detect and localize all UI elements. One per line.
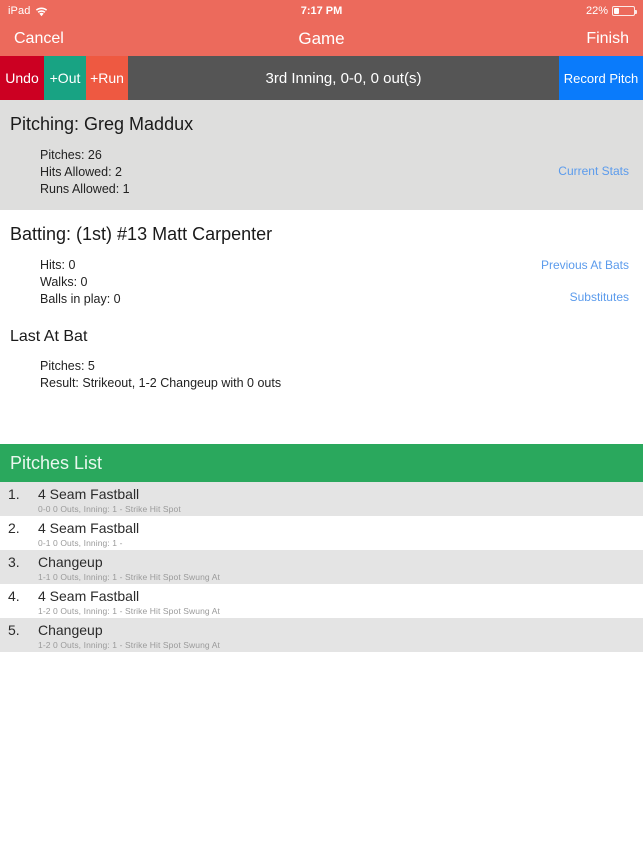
pitch-row-main: 5. Changeup bbox=[8, 621, 643, 639]
pitch-detail: 1-2 0 Outs, Inning: 1 - Strike Hit Spot … bbox=[38, 606, 220, 616]
substitutes-link[interactable]: Substitutes bbox=[570, 290, 629, 304]
current-stats-link[interactable]: Current Stats bbox=[558, 164, 629, 178]
pitch-list-item[interactable]: 1. 4 Seam Fastball 0-0 0 Outs, Inning: 1… bbox=[0, 482, 643, 516]
pitch-index: 4. bbox=[8, 588, 20, 604]
pitches-list-header: Pitches List bbox=[0, 444, 643, 482]
pitch-name: Changeup bbox=[38, 622, 103, 638]
pitching-section: Pitching: Greg Maddux Pitches: 26 Hits A… bbox=[0, 100, 643, 210]
app-screen: iPad 7:17 PM 22% Cancel Game Finish Undo… bbox=[0, 0, 643, 857]
record-pitch-button[interactable]: Record Pitch bbox=[559, 56, 643, 100]
pitch-detail: 0-1 0 Outs, Inning: 1 - bbox=[38, 538, 123, 548]
status-bar-right: 22% bbox=[585, 5, 637, 17]
pitch-name: 4 Seam Fastball bbox=[38, 520, 140, 536]
pitch-detail: 1-1 0 Outs, Inning: 1 - Strike Hit Spot … bbox=[38, 572, 220, 582]
undo-button[interactable]: Undo bbox=[0, 56, 44, 100]
pitch-list-item[interactable]: 2. 4 Seam Fastball 0-1 0 Outs, Inning: 1… bbox=[0, 516, 643, 550]
action-toolbar: Undo +Out +Run 3rd Inning, 0-0, 0 out(s)… bbox=[0, 56, 643, 100]
pitch-row-main: 2. 4 Seam Fastball bbox=[8, 519, 643, 537]
pitch-row-main: 3. Changeup bbox=[8, 553, 643, 571]
pitch-list-item[interactable]: 5. Changeup 1-2 0 Outs, Inning: 1 - Stri… bbox=[0, 618, 643, 652]
pitching-stat-runs-allowed: Runs Allowed: 1 bbox=[40, 182, 130, 196]
content-gap bbox=[0, 404, 643, 444]
add-run-button[interactable]: +Run bbox=[86, 56, 128, 100]
last-at-bat-stats: Pitches: 5 Result: Strikeout, 1-2 Change… bbox=[40, 358, 633, 392]
pitch-index: 1. bbox=[8, 486, 20, 502]
pitch-index: 2. bbox=[8, 520, 20, 536]
add-out-button[interactable]: +Out bbox=[44, 56, 86, 100]
pitch-detail: 0-0 0 Outs, Inning: 1 - Strike Hit Spot bbox=[38, 504, 181, 514]
last-at-bat-pitches: Pitches: 5 bbox=[40, 359, 95, 373]
battery-percent-label: 22% bbox=[585, 5, 608, 17]
device-name-label: iPad bbox=[8, 5, 31, 17]
last-at-bat-result: Result: Strikeout, 1-2 Changeup with 0 o… bbox=[40, 376, 282, 390]
pitching-stat-hits-allowed: Hits Allowed: 2 bbox=[40, 165, 122, 179]
battery-icon bbox=[612, 6, 637, 16]
pitch-name: Changeup bbox=[38, 554, 103, 570]
pitch-index: 5. bbox=[8, 622, 20, 638]
batting-title: Batting: (1st) #13 Matt Carpenter bbox=[10, 224, 273, 244]
batting-section: Batting: (1st) #13 Matt Carpenter Hits: … bbox=[0, 210, 643, 404]
navigation-bar: Cancel Game Finish bbox=[0, 22, 643, 56]
batting-stat-balls-in-play: Balls in play: 0 bbox=[40, 292, 121, 306]
status-bar-time: 7:17 PM bbox=[300, 5, 343, 17]
finish-button[interactable]: Finish bbox=[586, 30, 629, 48]
pitch-row-main: 4. 4 Seam Fastball bbox=[8, 587, 643, 605]
pitch-list-item[interactable]: 3. Changeup 1-1 0 Outs, Inning: 1 - Stri… bbox=[0, 550, 643, 584]
pitching-stats: Pitches: 26 Hits Allowed: 2 Runs Allowed… bbox=[40, 147, 633, 198]
pitch-list-item[interactable]: 4. 4 Seam Fastball 1-2 0 Outs, Inning: 1… bbox=[0, 584, 643, 618]
battery-fill bbox=[614, 8, 619, 14]
pitching-stat-pitches: Pitches: 26 bbox=[40, 148, 102, 162]
game-status-label: 3rd Inning, 0-0, 0 out(s) bbox=[128, 56, 559, 100]
pitch-row-main: 1. 4 Seam Fastball bbox=[8, 485, 643, 503]
status-bar: iPad 7:17 PM 22% bbox=[0, 0, 643, 22]
wifi-icon bbox=[35, 7, 48, 17]
pitch-detail: 1-2 0 Outs, Inning: 1 - Strike Hit Spot … bbox=[38, 640, 220, 650]
cancel-button[interactable]: Cancel bbox=[14, 30, 64, 48]
pitch-index: 3. bbox=[8, 554, 20, 570]
previous-at-bats-link[interactable]: Previous At Bats bbox=[541, 258, 629, 272]
page-title: Game bbox=[298, 29, 345, 48]
last-at-bat-title: Last At Bat bbox=[10, 328, 88, 345]
pitch-name: 4 Seam Fastball bbox=[38, 588, 140, 604]
batting-stat-walks: Walks: 0 bbox=[40, 275, 88, 289]
pitch-name: 4 Seam Fastball bbox=[38, 486, 140, 502]
status-bar-left: iPad bbox=[8, 5, 48, 17]
pitching-title: Pitching: Greg Maddux bbox=[10, 114, 194, 134]
